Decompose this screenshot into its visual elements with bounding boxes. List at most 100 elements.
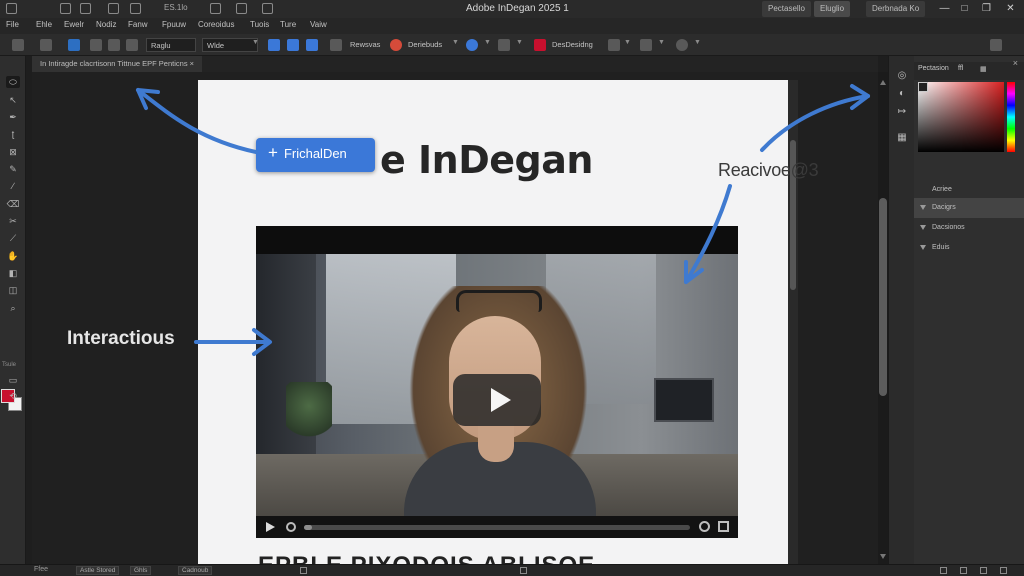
close-icon[interactable]: ✕ <box>1004 2 1017 15</box>
hue-slider[interactable] <box>1007 82 1015 152</box>
close-tab-icon[interactable]: × <box>190 59 194 68</box>
chevron-down-icon[interactable]: ▼ <box>694 39 701 46</box>
link-icon[interactable] <box>268 39 280 51</box>
scroll-thumb[interactable] <box>879 198 887 396</box>
align-icon[interactable] <box>90 39 102 51</box>
folder-icon[interactable] <box>980 567 987 574</box>
chevron-down-icon[interactable]: ▼ <box>252 39 259 46</box>
normal-mode-icon[interactable]: ▭ <box>6 374 20 386</box>
panel-options-icon[interactable] <box>990 39 1002 51</box>
menu-edit[interactable]: Ehle <box>36 20 52 29</box>
vertical-scrollbar[interactable] <box>878 72 888 564</box>
preview-mode-icon[interactable]: ⟲ <box>6 390 20 402</box>
new-layer-icon[interactable] <box>940 567 947 574</box>
volume-icon[interactable] <box>286 522 296 532</box>
links-icon[interactable]: ↦ <box>896 106 908 118</box>
layers-icon[interactable]: ◐ <box>896 88 908 100</box>
workspace-tab-1[interactable]: Pectasello <box>762 1 811 17</box>
settings-icon[interactable] <box>262 3 273 14</box>
pen-icon[interactable] <box>330 39 342 51</box>
type-tool-icon[interactable]: ʈ <box>6 128 20 140</box>
font-style-field[interactable]: Wlde <box>202 38 258 52</box>
hand-tool-icon[interactable]: ✋ <box>6 250 20 262</box>
effects-icon[interactable] <box>608 39 620 51</box>
font-family-field[interactable]: Raglu <box>146 38 196 52</box>
interactive-callout-button[interactable]: + FrichalDen <box>256 138 375 172</box>
bridge-icon[interactable] <box>80 3 91 14</box>
pen-tool-icon[interactable]: ✒ <box>6 111 20 123</box>
zoom-tool-icon[interactable]: ⌕ <box>6 302 20 314</box>
menu-layout[interactable]: Ewelr <box>64 20 84 29</box>
table-icon[interactable] <box>108 39 120 51</box>
interactive-icon[interactable] <box>306 39 318 51</box>
menu-file[interactable]: File <box>6 20 19 29</box>
workspace-tab-2[interactable]: Eluglio <box>814 1 851 17</box>
chevron-down-icon[interactable]: ▼ <box>624 39 631 46</box>
fill-stroke-icon[interactable] <box>918 82 928 92</box>
line-tool-icon[interactable]: ∕ <box>6 180 20 192</box>
design-field[interactable]: DesDesidng <box>548 38 600 52</box>
menu-help[interactable]: Vaiw <box>310 20 327 29</box>
frame-tool-icon[interactable]: ⊠ <box>6 146 20 158</box>
menu-view[interactable]: Coreoidus <box>198 20 234 29</box>
menu-table[interactable]: Fpuuw <box>162 20 186 29</box>
page-navigation-icon[interactable] <box>520 567 527 574</box>
close-icon[interactable]: × <box>1013 58 1018 68</box>
menu-tools[interactable]: Tuois <box>250 20 269 29</box>
stroke-color-icon[interactable] <box>534 39 546 51</box>
play-icon[interactable] <box>266 522 275 532</box>
page-scrollbar[interactable] <box>788 80 798 564</box>
layer-row[interactable]: Eduis <box>914 238 1024 258</box>
expand-icon[interactable] <box>920 225 926 230</box>
color-picker-field[interactable] <box>918 82 1004 152</box>
duplicate-icon[interactable] <box>960 567 967 574</box>
preflight-field[interactable]: Cadnoub <box>178 566 213 575</box>
delete-icon[interactable] <box>1000 567 1007 574</box>
zoom-level-field[interactable]: Astle Stored <box>76 566 120 575</box>
expand-icon[interactable] <box>920 245 926 250</box>
gradient-tool-icon[interactable]: ◧ <box>6 267 20 279</box>
fullscreen-icon[interactable] <box>718 521 729 532</box>
scissors-tool-icon[interactable]: ✂ <box>6 215 20 227</box>
expand-icon[interactable] <box>920 205 926 210</box>
scroll-up-icon[interactable] <box>880 80 886 85</box>
eraser-tool-icon[interactable]: ⌫ <box>6 198 20 210</box>
text-frame-icon[interactable] <box>126 39 138 51</box>
frame-icon[interactable] <box>68 39 80 51</box>
view-mode-field[interactable]: Ghls <box>130 566 152 575</box>
restore-icon[interactable]: ❐ <box>980 2 993 15</box>
preflight-icon[interactable] <box>300 567 307 574</box>
menu-object[interactable]: Fanw <box>128 20 148 29</box>
play-button[interactable] <box>453 374 541 426</box>
document-icon[interactable] <box>108 3 119 14</box>
note-tool-icon[interactable]: ◫ <box>6 284 20 296</box>
page-number-field[interactable]: Ffee <box>34 566 48 573</box>
selection-icon[interactable] <box>40 39 52 51</box>
hyperlink-icon[interactable] <box>287 39 299 51</box>
grid-icon[interactable] <box>12 39 24 51</box>
layer-row-active[interactable]: Dacigrs <box>914 198 1024 218</box>
selection-tool-icon[interactable]: ⬭ <box>6 76 20 88</box>
screen-mode-icon[interactable] <box>236 3 247 14</box>
layer-row[interactable]: Dacsionos <box>914 218 1024 238</box>
workspace-tab-3[interactable]: Derbnada Ko <box>866 1 926 17</box>
panel-tab-color[interactable]: Pectasion <box>918 65 949 72</box>
video-player[interactable] <box>256 226 738 538</box>
direct-selection-icon[interactable]: ↖ <box>6 94 20 106</box>
workspace-label[interactable]: ES.1lo <box>164 3 188 12</box>
color-wheel-icon[interactable] <box>390 39 402 51</box>
layer-row[interactable]: Acriee <box>914 180 1024 200</box>
chevron-down-icon[interactable]: ▼ <box>516 39 523 46</box>
swatches-icon[interactable]: ▦ <box>896 132 908 144</box>
rotate-icon[interactable] <box>498 39 510 51</box>
menu-type[interactable]: Nodiz <box>96 20 116 29</box>
minimize-icon[interactable]: — <box>938 2 951 15</box>
document-tab[interactable]: In Intiragde clacrtisonn Tittnue EPF Pen… <box>32 56 203 72</box>
arrange-icon[interactable] <box>210 3 221 14</box>
menu-window[interactable]: Ture <box>280 20 296 29</box>
chevron-down-icon[interactable]: ▼ <box>484 39 491 46</box>
pencil-tool-icon[interactable]: ✎ <box>6 163 20 175</box>
video-progress-bar[interactable] <box>304 525 690 530</box>
maximize-icon[interactable]: □ <box>958 2 971 15</box>
shape-icon[interactable] <box>676 39 688 51</box>
